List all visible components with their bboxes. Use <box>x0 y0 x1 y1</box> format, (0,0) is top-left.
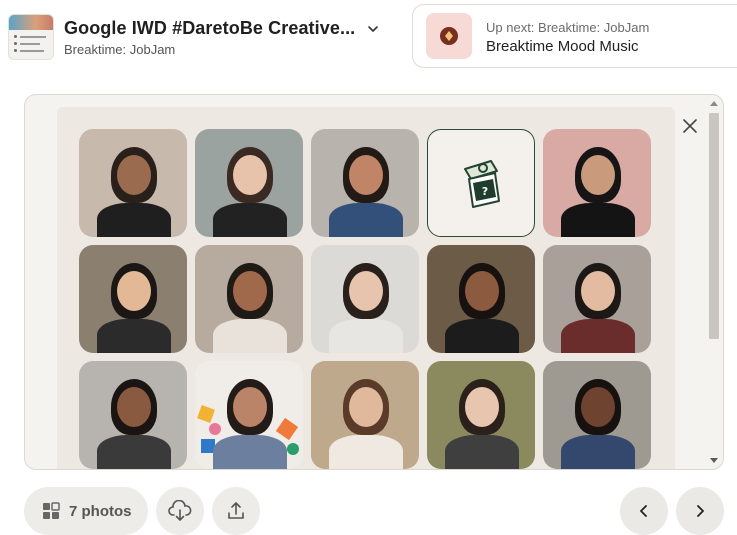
participant-photo[interactable] <box>311 245 419 353</box>
photo-placeholder-tile[interactable]: ? <box>427 129 535 237</box>
share-upload-icon <box>228 502 244 519</box>
next-button[interactable] <box>676 487 724 535</box>
participant-photo[interactable] <box>195 129 303 237</box>
participant-photo[interactable] <box>427 361 535 469</box>
participant-photo[interactable] <box>311 361 419 469</box>
up-next-card[interactable]: Up next: Breaktime: JobJam Breaktime Moo… <box>412 4 737 68</box>
music-diamond-icon <box>426 13 472 59</box>
participant-photo[interactable] <box>79 129 187 237</box>
participant-photo[interactable] <box>79 245 187 353</box>
vertical-scrollbar[interactable] <box>706 95 722 469</box>
grid-icon <box>43 502 60 519</box>
participant-photo[interactable] <box>427 245 535 353</box>
participant-photo[interactable] <box>543 129 651 237</box>
photo-gallery-panel: ? <box>24 94 724 470</box>
session-title[interactable]: Google IWD #DaretoBe Creative... <box>64 18 355 39</box>
previous-button[interactable] <box>620 487 668 535</box>
scrollbar-thumb[interactable] <box>709 113 719 339</box>
share-button[interactable] <box>212 487 260 535</box>
chevron-right-icon <box>697 505 704 517</box>
participant-photo[interactable] <box>195 245 303 353</box>
participant-photo[interactable] <box>195 361 303 469</box>
scroll-up-arrow[interactable] <box>710 101 718 106</box>
up-next-label: Up next: Breaktime: JobJam <box>486 20 650 35</box>
participant-photo[interactable] <box>311 129 419 237</box>
svg-text:?: ? <box>482 185 488 198</box>
session-subtitle: Breaktime: JobJam <box>64 42 176 57</box>
photo-booth-camera-icon: ? <box>464 160 500 208</box>
chevron-down-icon[interactable] <box>367 23 379 35</box>
photo-grid: ? <box>57 107 675 469</box>
participant-photo[interactable] <box>79 361 187 469</box>
cloud-download-icon <box>168 500 192 521</box>
photos-count-label: 7 photos <box>69 502 132 520</box>
photos-count-button[interactable]: 7 photos <box>24 487 148 535</box>
event-thumbnail <box>8 14 54 60</box>
participant-photo[interactable] <box>543 361 651 469</box>
chevron-left-icon <box>640 505 647 517</box>
scroll-down-arrow[interactable] <box>710 458 718 463</box>
close-icon[interactable] <box>681 117 699 135</box>
download-button[interactable] <box>156 487 204 535</box>
up-next-name: Breaktime Mood Music <box>486 38 639 55</box>
participant-photo[interactable] <box>543 245 651 353</box>
